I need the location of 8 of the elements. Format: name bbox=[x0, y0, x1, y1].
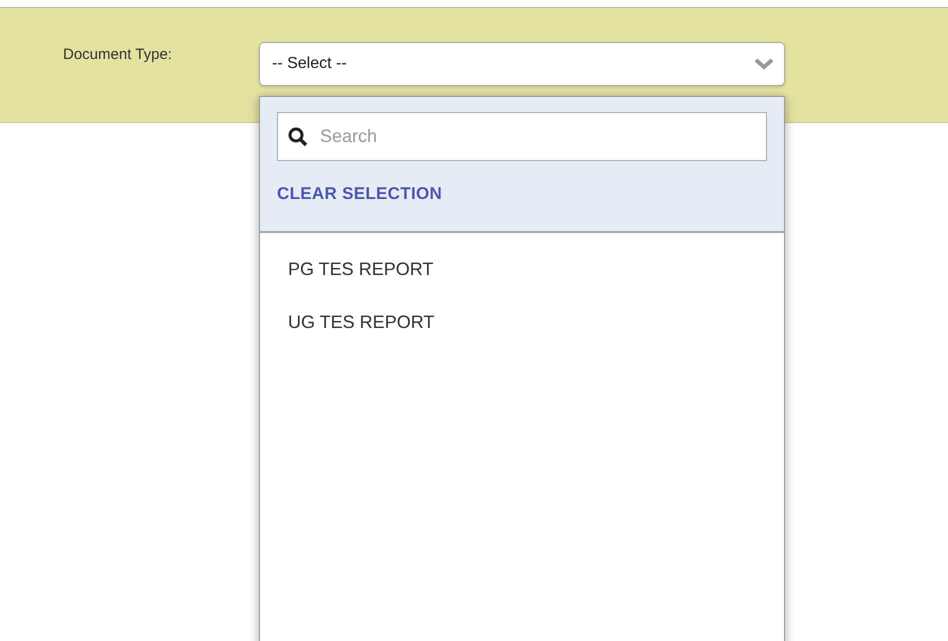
field-label: Document Type: bbox=[63, 45, 173, 63]
chevron-down-icon bbox=[754, 58, 774, 70]
search-field[interactable]: Search bbox=[277, 112, 767, 161]
dropdown-option[interactable]: PG TES REPORT bbox=[286, 259, 436, 280]
search-icon bbox=[288, 127, 308, 147]
clear-selection-link[interactable]: CLEAR SELECTION bbox=[277, 184, 442, 204]
document-type-select[interactable]: -- Select -- bbox=[259, 42, 785, 86]
dropdown-option[interactable]: UG TES REPORT bbox=[286, 312, 436, 333]
